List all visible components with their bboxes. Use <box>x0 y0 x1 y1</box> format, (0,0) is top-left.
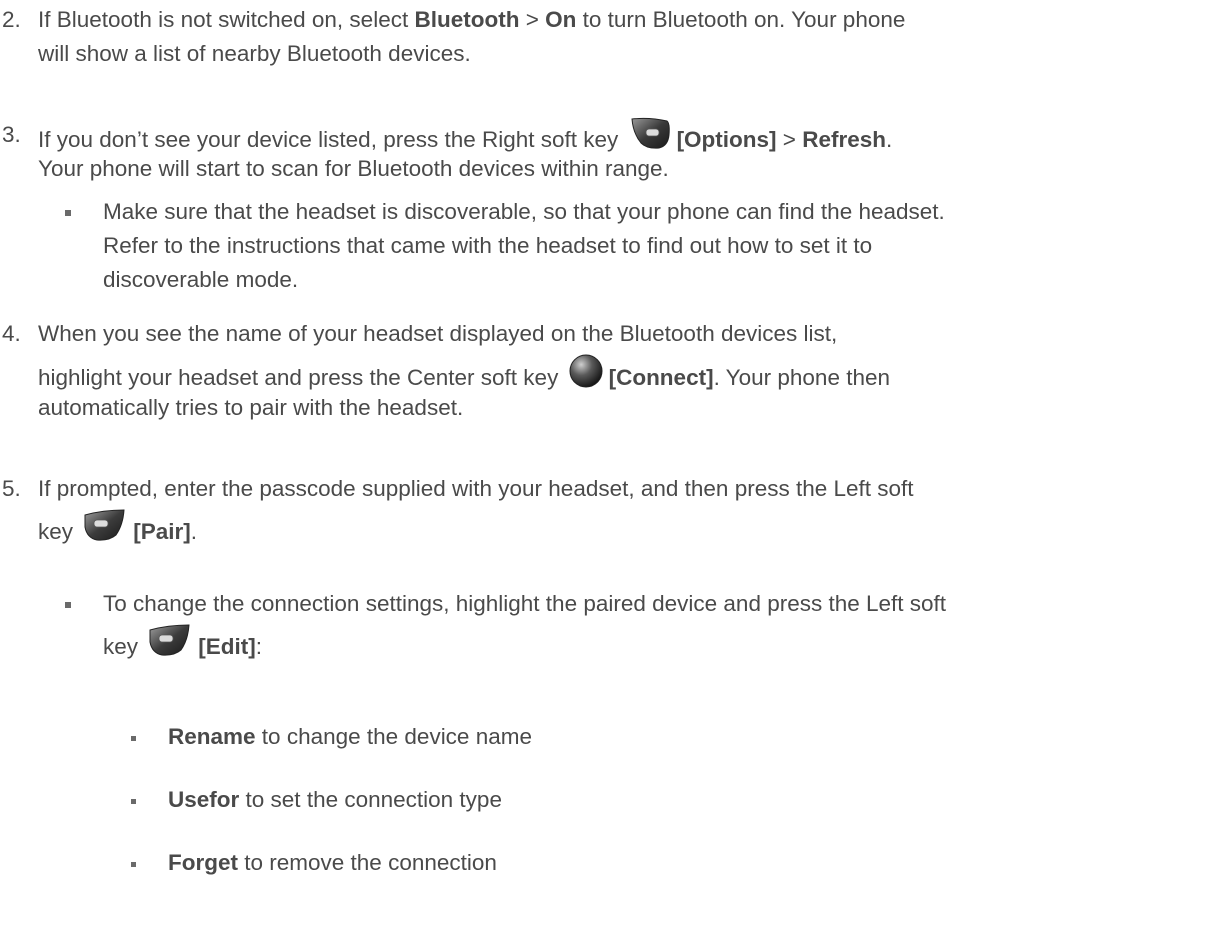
step-text-cont: automatically tries to pair with the hea… <box>38 395 464 420</box>
bullet-marker <box>65 210 71 216</box>
step-text-cont: Your phone will start to scan for Blueto… <box>38 156 669 181</box>
sub-bullet-marker <box>131 736 136 741</box>
bullet-text-cont: key [Edit]: <box>103 622 262 671</box>
sub-bullet-marker <box>131 799 136 804</box>
step-text-cont: key [Pair]. <box>38 507 197 556</box>
step-number: 3. <box>2 122 21 147</box>
step-text-cont: will show a list of nearby Bluetooth dev… <box>38 41 471 66</box>
step-text: If prompted, enter the passcode supplied… <box>38 476 914 501</box>
bullet-text: Make sure that the headset is discoverab… <box>103 199 945 224</box>
bullet-text-cont: discoverable mode. <box>103 267 299 292</box>
step-text: If Bluetooth is not switched on, select … <box>38 7 906 32</box>
sub-item-text: Usefor to set the connection type <box>168 787 502 812</box>
step-number: 2. <box>2 7 21 32</box>
step-number: 4. <box>2 321 21 346</box>
bullet-marker <box>65 602 71 608</box>
bullet-text: To change the connection settings, highl… <box>103 591 947 616</box>
sub-item-text: Forget to remove the connection <box>168 850 497 875</box>
step-text: When you see the name of your headset di… <box>38 321 838 346</box>
left-soft-key-icon <box>83 507 127 553</box>
bullet-text-cont: Refer to the instructions that came with… <box>103 233 873 258</box>
left-soft-key-icon <box>148 622 192 668</box>
center-soft-key-icon <box>569 354 603 398</box>
step-number: 5. <box>2 476 21 501</box>
sub-bullet-marker <box>131 862 136 867</box>
sub-item-text: Rename to change the device name <box>168 724 532 749</box>
